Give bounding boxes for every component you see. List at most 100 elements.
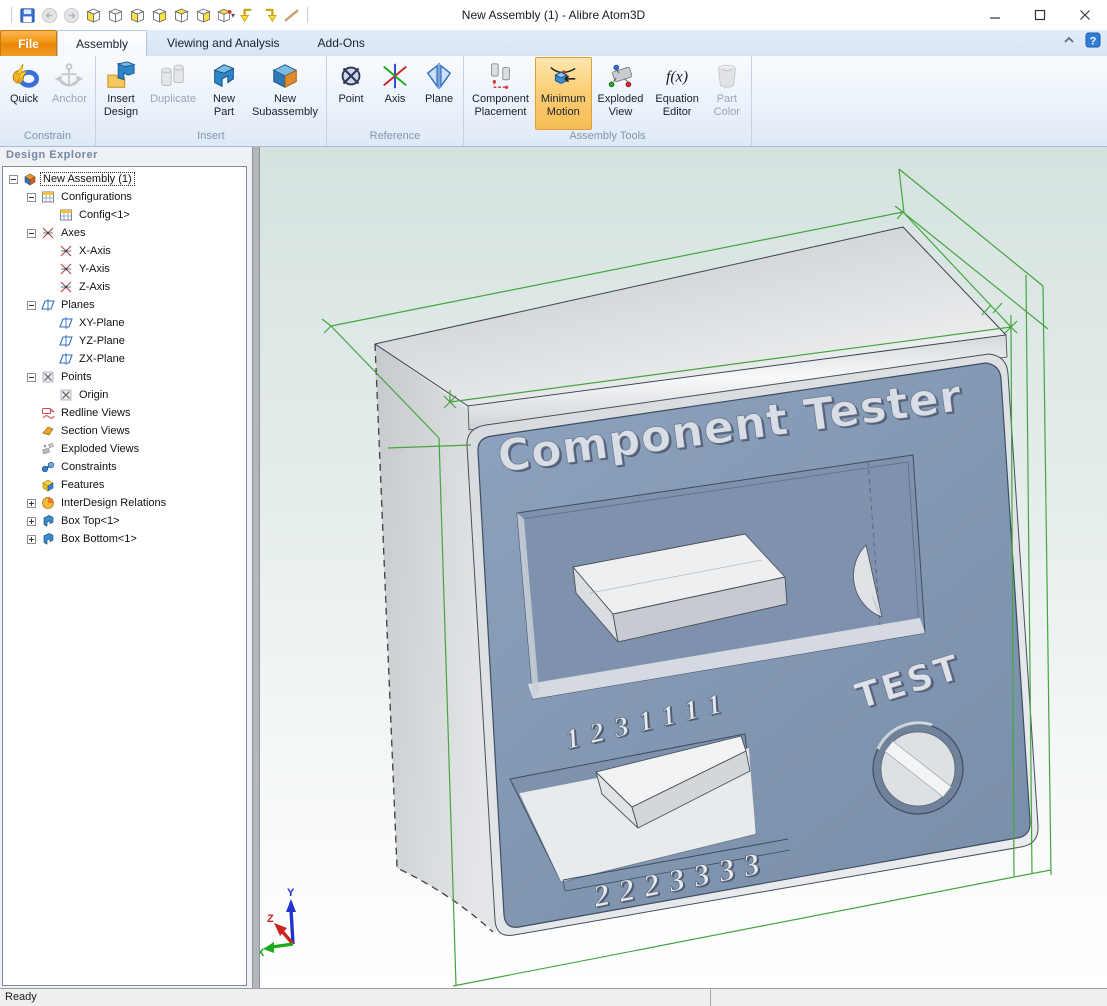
ribbon-button-label: MinimumMotion — [541, 93, 586, 118]
tree-item-planes[interactable]: Planes — [3, 296, 246, 314]
ribbon-button-label: Point — [338, 93, 363, 106]
tab-assembly[interactable]: Assembly — [57, 30, 147, 56]
tab-add-ons[interactable]: Add-Ons — [300, 30, 383, 56]
collapse-icon[interactable] — [27, 193, 36, 202]
new-part-icon — [208, 60, 240, 92]
tree-item-redline-views[interactable]: Redline Views — [3, 404, 246, 422]
part-color-icon — [711, 60, 743, 92]
section-icon — [41, 424, 55, 438]
ribbon-button-equation-editor[interactable]: f(x)EquationEditor — [649, 57, 704, 130]
maximize-button[interactable] — [1017, 0, 1062, 30]
plane-icon — [59, 334, 73, 348]
tree-item-label: Axes — [59, 227, 87, 239]
tab-file[interactable]: File — [0, 30, 57, 56]
tree-item-label: Config<1> — [77, 209, 132, 221]
save-icon[interactable] — [18, 6, 37, 25]
view-isometric-icon[interactable]: ▾ — [216, 6, 235, 25]
tree-item-label: Z-Axis — [77, 281, 112, 293]
tree-item-features[interactable]: Features — [3, 476, 246, 494]
view-top-icon[interactable] — [172, 6, 191, 25]
tree-item-config-1[interactable]: Config<1> — [3, 206, 246, 224]
tree-item-constraints[interactable]: Constraints — [3, 458, 246, 476]
ribbon-button-label: Anchor — [52, 93, 87, 106]
test-screw[interactable] — [873, 723, 963, 814]
close-button[interactable] — [1062, 0, 1107, 30]
view-front-icon[interactable] — [84, 6, 103, 25]
tree-item-x-axis[interactable]: X-Axis — [3, 242, 246, 260]
part-icon — [41, 514, 55, 528]
expand-icon[interactable] — [27, 535, 36, 544]
roll-left-icon[interactable] — [238, 6, 257, 25]
triad-z-label: Z — [267, 913, 274, 925]
model-component-tester[interactable]: Component Tester Component Tester TEST T… — [375, 227, 1038, 935]
ribbon-button-quick[interactable]: Quick — [2, 57, 46, 130]
redline-icon — [41, 406, 55, 420]
ribbon-button-point[interactable]: Point — [329, 57, 373, 130]
tree-item-points[interactable]: Points — [3, 368, 246, 386]
tree-item-box-bottom-1[interactable]: Box Bottom<1> — [3, 530, 246, 548]
ribbon-button-new-part[interactable]: NewPart — [202, 57, 246, 130]
triad-y-label: Y — [287, 887, 295, 899]
ribbon-button-plane[interactable]: Plane — [417, 57, 461, 130]
ribbon-minimize-help: ? — [1061, 32, 1101, 48]
expand-icon[interactable] — [27, 517, 36, 526]
ref-axis-icon — [379, 60, 411, 92]
ribbon-button-insert-design[interactable]: InsertDesign — [98, 57, 144, 130]
tree-item-yz-plane[interactable]: YZ-Plane — [3, 332, 246, 350]
status-bar: Ready — [0, 988, 1107, 1006]
collapse-icon[interactable] — [9, 175, 18, 184]
tab-viewing-and-analysis[interactable]: Viewing and Analysis — [149, 30, 298, 56]
ribbon-button-label: Quick — [10, 93, 38, 106]
undo-icon[interactable] — [40, 6, 59, 25]
panel-splitter[interactable] — [252, 147, 260, 988]
view-left-icon[interactable] — [128, 6, 147, 25]
chevron-up-icon[interactable] — [1061, 32, 1077, 48]
redo-icon[interactable] — [62, 6, 81, 25]
ribbon-button-part-color[interactable]: PartColor — [705, 57, 749, 130]
assembly-icon — [23, 172, 37, 186]
collapse-icon[interactable] — [27, 301, 36, 310]
ribbon-button-duplicate[interactable]: Duplicate — [144, 57, 202, 130]
ribbon-button-anchor[interactable]: Anchor — [46, 57, 93, 130]
expand-icon[interactable] — [27, 499, 36, 508]
duplicate-icon — [157, 60, 189, 92]
view-bottom-icon[interactable] — [194, 6, 213, 25]
tree-item-interdesign-relations[interactable]: InterDesign Relations — [3, 494, 246, 512]
tree-item-axes[interactable]: Axes — [3, 224, 246, 242]
exploded-view-icon — [604, 60, 636, 92]
view-wireframe-icon[interactable] — [106, 6, 125, 25]
ribbon-button-minimum-motion[interactable]: MinimumMotion — [535, 57, 592, 130]
tree-item-configurations[interactable]: Configurations — [3, 188, 246, 206]
ribbon-group-constrain: QuickAnchorConstrain — [0, 56, 96, 146]
minimum-motion-icon — [547, 60, 579, 92]
point-icon — [59, 388, 73, 402]
ref-plane-icon — [423, 60, 455, 92]
tree-item-section-views[interactable]: Section Views — [3, 422, 246, 440]
ribbon-button-component-placement[interactable]: ComponentPlacement — [466, 57, 535, 130]
ribbon-group-label: Insert — [98, 130, 324, 146]
feature-icon — [41, 478, 55, 492]
tree-item-zx-plane[interactable]: ZX-Plane — [3, 350, 246, 368]
minimize-button[interactable] — [972, 0, 1017, 30]
tree-item-new-assembly-1[interactable]: New Assembly (1) — [3, 170, 246, 188]
measure-icon[interactable] — [282, 6, 301, 25]
ribbon-button-label: Axis — [385, 93, 406, 106]
view-right-icon[interactable] — [150, 6, 169, 25]
tree-item-origin[interactable]: Origin — [3, 386, 246, 404]
collapse-icon[interactable] — [27, 229, 36, 238]
tree-item-box-top-1[interactable]: Box Top<1> — [3, 512, 246, 530]
roll-right-icon[interactable] — [260, 6, 279, 25]
dropdown-caret-icon[interactable]: ▾ — [231, 11, 235, 20]
tree-item-exploded-views[interactable]: Exploded Views — [3, 440, 246, 458]
collapse-icon[interactable] — [27, 373, 36, 382]
tree-item-xy-plane[interactable]: XY-Plane — [3, 314, 246, 332]
ribbon-button-axis[interactable]: Axis — [373, 57, 417, 130]
tree-item-label: Points — [59, 371, 94, 383]
ribbon-button-exploded-view[interactable]: ExplodedView — [592, 57, 650, 130]
help-icon[interactable]: ? — [1085, 32, 1101, 48]
ribbon-button-new-subassembly[interactable]: NewSubassembly — [246, 57, 324, 130]
tree-item-z-axis[interactable]: Z-Axis — [3, 278, 246, 296]
interdesign-icon — [41, 496, 55, 510]
tree-item-y-axis[interactable]: Y-Axis — [3, 260, 246, 278]
3d-viewport[interactable]: Component Tester Component Tester TEST T… — [260, 147, 1107, 988]
